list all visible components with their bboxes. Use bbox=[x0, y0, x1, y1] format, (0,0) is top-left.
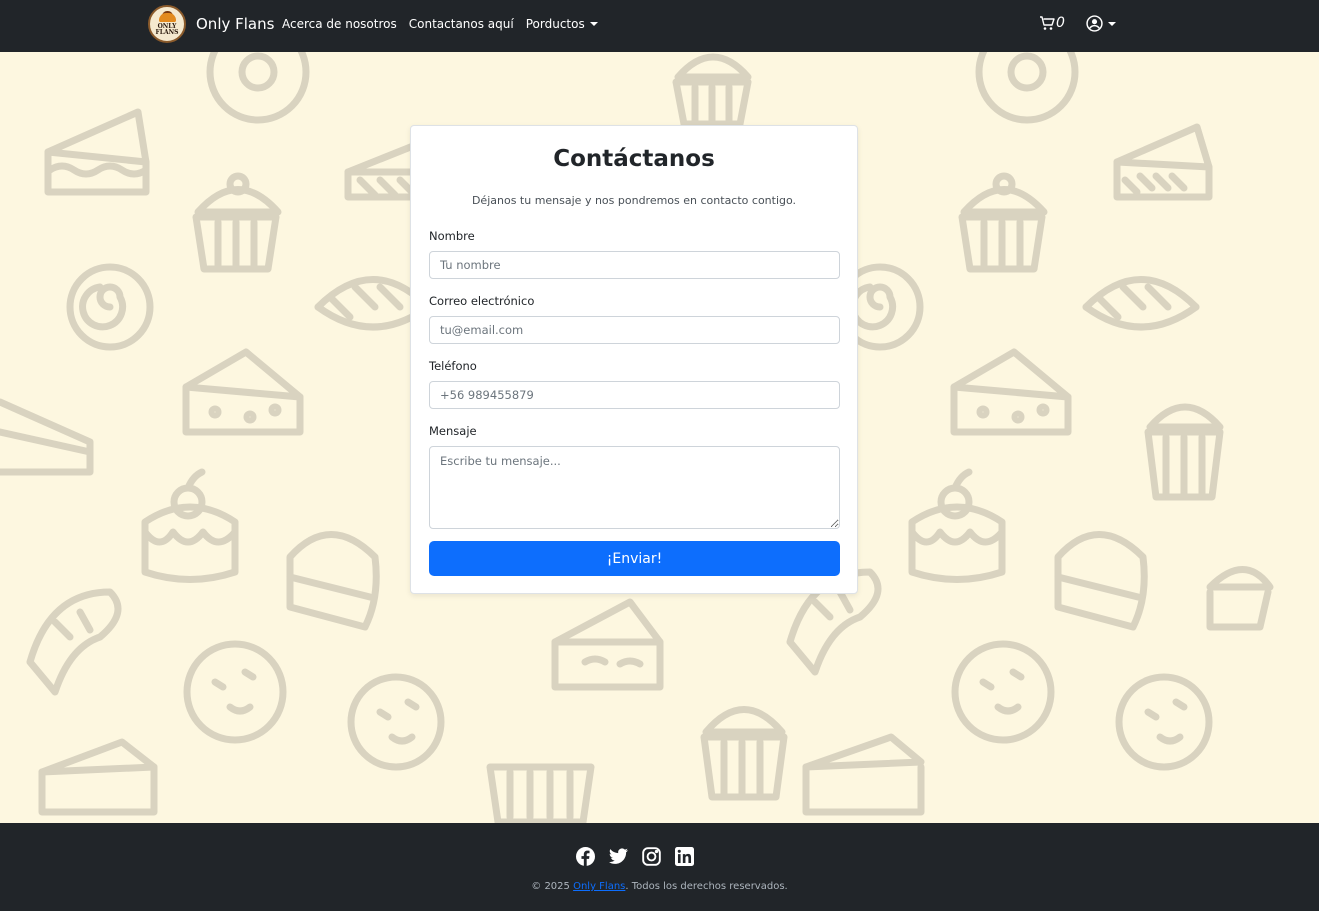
contact-form-card: Contáctanos Déjanos tu mensaje y nos pon… bbox=[410, 125, 858, 594]
brand-name: Only Flans bbox=[196, 15, 275, 33]
facebook-icon[interactable] bbox=[575, 846, 595, 866]
brand-link[interactable]: ONLY FLANS Only Flans bbox=[148, 5, 274, 43]
cake-slice-icon bbox=[802, 733, 925, 816]
user-circle-icon bbox=[1086, 15, 1103, 32]
linkedin-icon[interactable] bbox=[674, 846, 694, 866]
navbar: ONLY FLANS Only Flans Acerca de nosotros… bbox=[0, 0, 1319, 52]
nav-link-contacto[interactable]: Contactanos aquí bbox=[409, 17, 514, 31]
pudding-icon bbox=[141, 468, 239, 583]
nav-link-productos-label: Porductos bbox=[525, 17, 585, 31]
nav-dropdown-productos[interactable]: Porductos bbox=[526, 17, 598, 31]
cupcake-icon bbox=[672, 53, 752, 128]
cupcake-icon bbox=[1206, 566, 1274, 631]
cupcake-icon bbox=[486, 763, 595, 823]
email-input[interactable] bbox=[429, 316, 840, 344]
cookie-icon bbox=[183, 640, 287, 744]
croissant-icon bbox=[26, 588, 122, 696]
email-label: Correo electrónico bbox=[429, 294, 535, 308]
donut-icon bbox=[975, 52, 1079, 124]
cake-slice-icon bbox=[286, 531, 380, 631]
nav-links: Acerca de nosotros Contactanos aquí Pord… bbox=[282, 17, 610, 31]
nav-link-acerca[interactable]: Acerca de nosotros bbox=[282, 17, 397, 31]
instagram-icon[interactable] bbox=[641, 846, 661, 866]
cart-count: 0 bbox=[1056, 15, 1065, 31]
twitter-icon[interactable] bbox=[608, 846, 628, 866]
caret-down-icon bbox=[1108, 21, 1116, 26]
cart-button[interactable]: 0 bbox=[1039, 15, 1065, 31]
swirl-roll-icon bbox=[66, 263, 154, 351]
cart-icon bbox=[1040, 16, 1055, 30]
cake-slice-icon bbox=[950, 348, 1072, 436]
copyright-text: © 2025 Only Flans. Todos los derechos re… bbox=[531, 881, 788, 892]
cupcake-icon bbox=[700, 706, 788, 801]
cookie-icon bbox=[347, 673, 445, 771]
cupcake-icon bbox=[192, 172, 282, 273]
nombre-label: Nombre bbox=[429, 229, 475, 243]
telefono-label: Teléfono bbox=[429, 359, 477, 373]
nombre-input[interactable] bbox=[429, 251, 840, 279]
form-title: Contáctanos bbox=[553, 146, 715, 172]
cookie-icon bbox=[951, 640, 1055, 744]
social-links bbox=[575, 846, 707, 866]
pudding-icon bbox=[908, 468, 1006, 583]
pie-icon bbox=[1082, 276, 1200, 331]
cake-slice-icon bbox=[0, 398, 94, 476]
cake-slice-icon bbox=[551, 598, 664, 691]
form-subtitle: Déjanos tu mensaje y nos pondremos en co… bbox=[471, 194, 797, 207]
cupcake-icon bbox=[1144, 403, 1224, 501]
mensaje-textarea[interactable] bbox=[429, 446, 840, 529]
donut-icon bbox=[206, 52, 310, 124]
cookie-icon bbox=[1115, 673, 1213, 771]
enviar-button[interactable]: ¡Enviar! bbox=[429, 541, 840, 576]
cupcake-icon bbox=[958, 172, 1048, 273]
caret-down-icon bbox=[589, 22, 598, 26]
cake-slice-icon bbox=[1054, 531, 1148, 631]
cake-slice-icon bbox=[38, 738, 158, 816]
only-flans-logo: ONLY FLANS bbox=[148, 5, 186, 43]
brand-footer-link[interactable]: Only Flans bbox=[573, 881, 625, 892]
cake-slice-icon bbox=[182, 348, 304, 436]
cake-slice-icon bbox=[1113, 123, 1213, 201]
cake-slice-icon bbox=[44, 108, 150, 196]
telefono-input[interactable] bbox=[429, 381, 840, 409]
mensaje-label: Mensaje bbox=[429, 424, 477, 438]
user-menu-button[interactable] bbox=[1086, 15, 1116, 32]
footer: © 2025 Only Flans. Todos los derechos re… bbox=[0, 823, 1319, 911]
